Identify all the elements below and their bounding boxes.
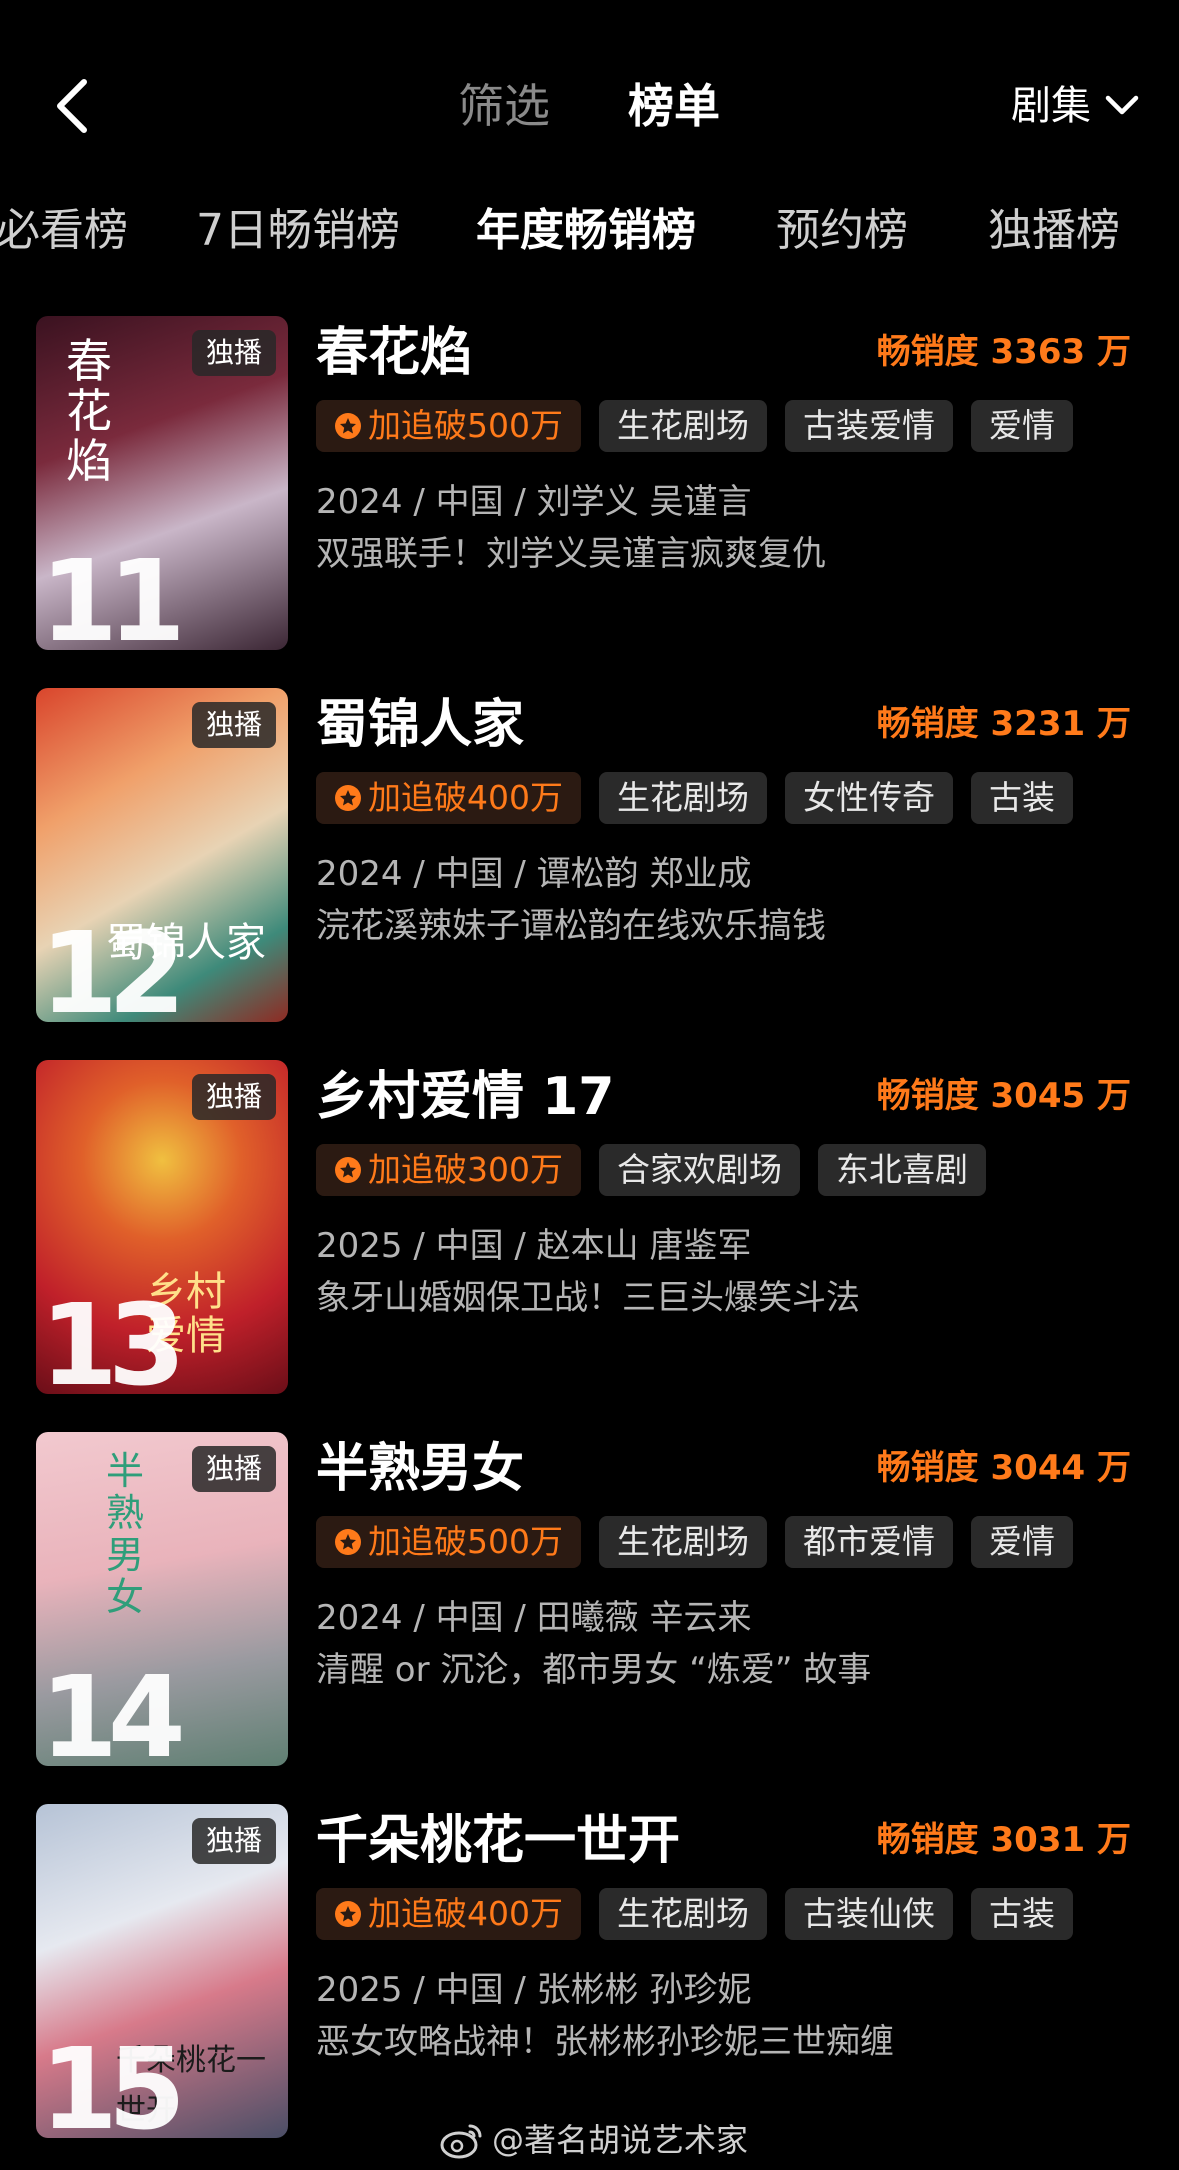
show-meta: 2025 / 中国 / 张彬彬 孙珍妮 xyxy=(316,1970,752,2010)
hot-tag: 加追破400万 xyxy=(316,1888,581,1940)
chevron-down-icon xyxy=(1105,95,1139,115)
sales-score: 畅销度 3363 万 xyxy=(876,332,1131,372)
genre-tag[interactable]: 古装 xyxy=(971,1888,1073,1940)
genre-tag[interactable]: 都市爱情 xyxy=(785,1516,953,1568)
star-badge-icon xyxy=(335,413,361,439)
show-description: 双强联手！刘学义吴谨言疯爽复仇 xyxy=(316,534,826,574)
hot-tag: 加追破300万 xyxy=(316,1144,581,1196)
hot-tag-label: 加追破400万 xyxy=(368,778,563,817)
genre-tag[interactable]: 生花剧场 xyxy=(599,400,767,452)
genre-tag[interactable]: 古装 xyxy=(971,772,1073,824)
back-arrow-icon[interactable] xyxy=(52,78,92,134)
subtab-must-watch[interactable]: 必看榜 xyxy=(0,200,128,262)
tag-row: 加追破500万 生花剧场 古装爱情 爱情 xyxy=(316,400,1073,452)
hot-tag: 加追破500万 xyxy=(316,400,581,452)
hot-tag-label: 加追破500万 xyxy=(368,406,563,445)
weibo-icon xyxy=(440,2124,482,2159)
subtab-exclusive[interactable]: 独播榜 xyxy=(988,200,1120,262)
star-badge-icon xyxy=(335,1157,361,1183)
category-select[interactable]: 剧集 xyxy=(1011,82,1139,130)
poster[interactable]: 乡村爱情 独播 13 xyxy=(36,1060,288,1394)
show-description: 恶女攻略战神！张彬彬孙珍妮三世痴缠 xyxy=(316,2022,894,2062)
sales-score: 畅销度 3045 万 xyxy=(876,1076,1131,1116)
top-bar: 筛选 榜单 剧集 xyxy=(0,0,1179,210)
show-description: 象牙山婚姻保卫战！三巨头爆笑斗法 xyxy=(316,1278,860,1318)
show-title[interactable]: 春花焰 xyxy=(316,318,472,388)
hot-tag-label: 加追破300万 xyxy=(368,1150,563,1189)
show-description: 清醒 or 沉沦，都市男女 “炼爱” 故事 xyxy=(316,1650,872,1690)
sales-score: 畅销度 3044 万 xyxy=(876,1448,1131,1488)
tag-row: 加追破300万 合家欢剧场 东北喜剧 xyxy=(316,1144,986,1196)
show-meta: 2024 / 中国 / 田曦薇 辛云来 xyxy=(316,1598,752,1638)
show-description: 浣花溪辣妹子谭松韵在线欢乐搞钱 xyxy=(316,906,826,946)
sales-score: 畅销度 3231 万 xyxy=(876,704,1131,744)
genre-tag[interactable]: 生花剧场 xyxy=(599,1516,767,1568)
hot-tag-label: 加追破400万 xyxy=(368,1894,563,1933)
list-item[interactable]: 乡村爱情 独播 13 乡村爱情 17 畅销度 3045 万 加追破300万 合家… xyxy=(0,1056,1179,1396)
genre-tag[interactable]: 东北喜剧 xyxy=(818,1144,986,1196)
list-item[interactable]: 半熟男女 独播 14 半熟男女 畅销度 3044 万 加追破500万 生花剧场 … xyxy=(0,1428,1179,1768)
poster[interactable]: 千朵桃花一世开 独播 15 xyxy=(36,1804,288,2138)
tag-row: 加追破400万 生花剧场 女性传奇 古装 xyxy=(316,772,1073,824)
sales-score: 畅销度 3031 万 xyxy=(876,1820,1131,1860)
category-select-label: 剧集 xyxy=(1011,83,1091,129)
exclusive-badge: 独播 xyxy=(191,1446,276,1492)
show-title[interactable]: 蜀锦人家 xyxy=(316,690,524,760)
hot-tag: 加追破500万 xyxy=(316,1516,581,1568)
exclusive-badge: 独播 xyxy=(191,330,276,376)
exclusive-badge: 独播 xyxy=(191,1818,276,1864)
genre-tag[interactable]: 古装爱情 xyxy=(785,400,953,452)
poster[interactable]: 半熟男女 独播 14 xyxy=(36,1432,288,1766)
show-title[interactable]: 乡村爱情 17 xyxy=(316,1062,614,1132)
genre-tag[interactable]: 生花剧场 xyxy=(599,772,767,824)
poster-title: 春花焰 xyxy=(66,334,112,488)
genre-tag[interactable]: 合家欢剧场 xyxy=(599,1144,800,1196)
genre-tag[interactable]: 爱情 xyxy=(971,400,1073,452)
rank-number: 13 xyxy=(40,1281,186,1394)
poster[interactable]: 春花焰 独播 11 xyxy=(36,316,288,650)
show-meta: 2025 / 中国 / 赵本山 唐鉴军 xyxy=(316,1226,752,1266)
poster-title: 半熟男女 xyxy=(106,1449,145,1619)
tag-row: 加追破400万 生花剧场 古装仙侠 古装 xyxy=(316,1888,1073,1940)
show-title[interactable]: 千朵桃花一世开 xyxy=(316,1806,680,1876)
rank-number: 14 xyxy=(40,1653,186,1766)
tag-row: 加追破500万 生花剧场 都市爱情 爱情 xyxy=(316,1516,1073,1568)
rank-number: 12 xyxy=(40,909,186,1022)
tab-rankings[interactable]: 榜单 xyxy=(628,78,720,134)
list-item[interactable]: 春花焰 独播 11 春花焰 畅销度 3363 万 加追破500万 生花剧场 古装… xyxy=(0,312,1179,652)
list-item[interactable]: 千朵桃花一世开 独播 15 千朵桃花一世开 畅销度 3031 万 加追破400万… xyxy=(0,1800,1179,2140)
star-badge-icon xyxy=(335,1901,361,1927)
genre-tag[interactable]: 古装仙侠 xyxy=(785,1888,953,1940)
star-badge-icon xyxy=(335,1529,361,1555)
hot-tag: 加追破400万 xyxy=(316,772,581,824)
hot-tag-label: 加追破500万 xyxy=(368,1522,563,1561)
list-item[interactable]: 蜀锦人家 独播 12 蜀锦人家 畅销度 3231 万 加追破400万 生花剧场 … xyxy=(0,684,1179,1024)
subtab-7day-bestseller[interactable]: 7日畅销榜 xyxy=(196,200,400,262)
genre-tag[interactable]: 生花剧场 xyxy=(599,1888,767,1940)
show-title[interactable]: 半熟男女 xyxy=(316,1434,524,1504)
exclusive-badge: 独播 xyxy=(191,1074,276,1120)
watermark-text: @著名胡说艺术家 xyxy=(492,2121,749,2159)
rank-number: 11 xyxy=(40,537,186,650)
exclusive-badge: 独播 xyxy=(191,702,276,748)
ranking-subtabs: 必看榜 7日畅销榜 年度畅销榜 预约榜 独播榜 xyxy=(0,200,1179,262)
genre-tag[interactable]: 爱情 xyxy=(971,1516,1073,1568)
show-meta: 2024 / 中国 / 刘学义 吴谨言 xyxy=(316,482,752,522)
subtab-annual-bestseller[interactable]: 年度畅销榜 xyxy=(476,200,696,262)
poster[interactable]: 蜀锦人家 独播 12 xyxy=(36,688,288,1022)
rank-number: 15 xyxy=(40,2025,186,2138)
show-meta: 2024 / 中国 / 谭松韵 郑业成 xyxy=(316,854,752,894)
watermark: @著名胡说艺术家 xyxy=(440,2118,748,2162)
star-badge-icon xyxy=(335,785,361,811)
tab-filter[interactable]: 筛选 xyxy=(458,78,550,134)
genre-tag[interactable]: 女性传奇 xyxy=(785,772,953,824)
subtab-reservation[interactable]: 预约榜 xyxy=(776,200,908,262)
